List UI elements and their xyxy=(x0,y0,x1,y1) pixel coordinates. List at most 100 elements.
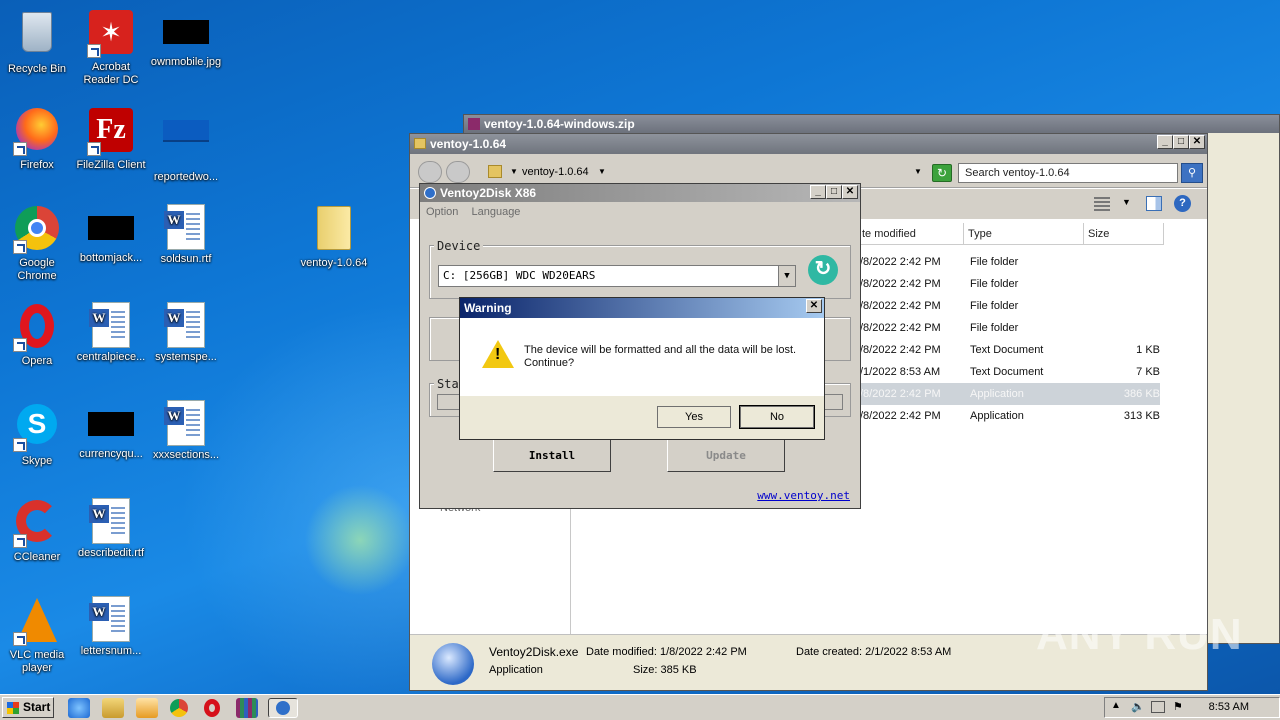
warning-dialog[interactable]: Warning ✕ The device will be formatted a… xyxy=(459,297,825,440)
desktop-icon-soldsun[interactable]: W soldsun.rtf xyxy=(149,204,223,266)
start-button[interactable]: Start xyxy=(2,697,54,718)
desktop-icon-label: systemspe... xyxy=(155,351,217,363)
file-row[interactable]: /8/2022 2:42 PM Text Document 1 KB xyxy=(860,339,1160,361)
winrar-icon xyxy=(468,118,480,130)
close-button[interactable]: ✕ xyxy=(806,299,822,313)
file-date: /8/2022 2:42 PM xyxy=(860,278,941,290)
desktop-icon-ccleaner[interactable]: CCleaner xyxy=(0,498,74,564)
device-label: Device xyxy=(434,239,484,253)
desktop-icon-reportedwo[interactable]: reportedwo... xyxy=(149,106,223,184)
word-doc-icon: W xyxy=(89,596,130,642)
file-row[interactable]: /8/2022 2:42 PM File folder xyxy=(860,295,1160,317)
warning-titlebar[interactable]: Warning ✕ xyxy=(460,298,824,318)
file-size: 313 KB xyxy=(1123,410,1160,422)
address-dropdown-icon[interactable]: ▼ xyxy=(914,162,922,182)
warning-message-line2: Continue? xyxy=(524,357,575,369)
media-player-icon[interactable] xyxy=(136,698,158,718)
skype-icon: S xyxy=(13,404,61,452)
desktop-icon-opera[interactable]: Opera xyxy=(0,302,74,368)
chevron-down-icon[interactable]: ▼ xyxy=(778,266,795,286)
install-button[interactable]: Install xyxy=(493,439,611,472)
file-row[interactable]: /8/2022 2:42 PM Application 386 KB xyxy=(860,383,1160,405)
desktop-icon-recycle-bin[interactable]: Recycle Bin xyxy=(0,8,74,76)
maximize-button[interactable]: □ xyxy=(826,185,842,199)
details-file-size: Size: 385 KB xyxy=(633,664,697,676)
forward-button[interactable] xyxy=(446,161,470,183)
ventoy-icon xyxy=(276,701,290,715)
ventoy-menubar: Option Language xyxy=(420,202,860,222)
clock[interactable]: 8:53 AM xyxy=(1209,701,1249,713)
volume-icon[interactable]: 🔈 xyxy=(1131,700,1145,713)
desktop-icon-acrobat[interactable]: ✶ Acrobat Reader DC xyxy=(74,8,148,87)
file-row[interactable]: /1/2022 8:53 AM Text Document 7 KB xyxy=(860,361,1160,383)
flag-icon[interactable]: ⚑ xyxy=(1173,700,1183,713)
desktop-icon-skype[interactable]: S Skype xyxy=(0,400,74,468)
close-button[interactable]: ✕ xyxy=(1189,135,1205,149)
device-select[interactable]: C: [256GB] WDC WD20EARS ▼ xyxy=(438,265,796,287)
back-button[interactable] xyxy=(418,161,442,183)
maximize-button[interactable]: □ xyxy=(1173,135,1189,149)
menu-option[interactable]: Option xyxy=(426,206,458,218)
file-row[interactable]: /8/2022 2:42 PM Application 313 KB xyxy=(860,405,1160,427)
minimize-button[interactable]: _ xyxy=(1157,135,1173,149)
refresh-icon[interactable]: ↻ xyxy=(932,164,952,182)
file-row[interactable]: /8/2022 2:42 PM File folder xyxy=(860,273,1160,295)
close-button[interactable]: ✕ xyxy=(842,185,858,199)
desktop-icon-filezilla[interactable]: Fz FileZilla Client xyxy=(74,106,148,172)
explorer-taskbar-icon[interactable] xyxy=(102,698,124,718)
zip-window-titlebar[interactable]: ventoy-1.0.64-windows.zip xyxy=(464,115,1279,133)
desktop-icon-lettersnum[interactable]: W lettersnum... xyxy=(74,596,148,658)
word-doc-icon: W xyxy=(89,498,130,544)
explorer-titlebar[interactable]: ventoy-1.0.64 _ □ ✕ xyxy=(410,134,1207,154)
column-type[interactable]: Type xyxy=(964,223,1084,245)
update-button[interactable]: Update xyxy=(667,439,785,472)
desktop-icon-bottomjack[interactable]: bottomjack... xyxy=(74,204,148,265)
desktop-icon-label: currencyqu... xyxy=(79,448,143,460)
column-date-modified[interactable]: te modified xyxy=(858,223,964,245)
ie-icon[interactable] xyxy=(68,698,90,718)
address-bar[interactable]: ▼ ventoy-1.0.64 ▼ ▼ xyxy=(484,162,930,182)
opera-taskbar-icon[interactable] xyxy=(204,699,220,717)
refresh-device-icon[interactable]: ↻ xyxy=(808,255,838,285)
desktop-icon-chrome[interactable]: Google Chrome xyxy=(0,204,74,283)
menu-language[interactable]: Language xyxy=(471,206,520,218)
ventoy-website-link[interactable]: www.ventoy.net xyxy=(757,489,850,502)
desktop-icon-firefox[interactable]: Firefox xyxy=(0,106,74,172)
desktop-icon-currencyqu[interactable]: currencyqu... xyxy=(74,400,148,461)
word-doc-icon: W xyxy=(164,302,205,348)
ventoy-app-icon xyxy=(432,643,474,685)
desktop-icon-ventoy-folder[interactable]: ventoy-1.0.64 xyxy=(297,204,371,270)
desktop-icon-describedit[interactable]: W describedit.rtf xyxy=(74,498,148,560)
desktop-icon-xxxsections[interactable]: W xxxsections... xyxy=(149,400,223,462)
yes-button[interactable]: Yes xyxy=(657,406,731,428)
winrar-taskbar-icon[interactable] xyxy=(236,698,258,718)
details-file-name: Ventoy2Disk.exe xyxy=(489,645,579,659)
ventoy-titlebar[interactable]: Ventoy2Disk X86 _ □ ✕ xyxy=(420,184,860,202)
view-options-icon[interactable] xyxy=(1094,197,1110,211)
file-date: /8/2022 2:42 PM xyxy=(860,300,941,312)
zip-window-title: ventoy-1.0.64-windows.zip xyxy=(484,117,635,131)
ventoy-title: Ventoy2Disk X86 xyxy=(440,186,537,200)
column-size[interactable]: Size xyxy=(1084,223,1164,245)
desktop-icon-label: FileZilla Client xyxy=(76,159,146,171)
file-row[interactable]: /8/2022 2:42 PM File folder xyxy=(860,251,1160,273)
warning-icon xyxy=(482,340,514,368)
chrome-taskbar-icon[interactable] xyxy=(170,699,188,717)
chevron-up-icon[interactable]: ▲ xyxy=(1111,700,1121,711)
desktop-icon-ownmobile[interactable]: ownmobile.jpg xyxy=(149,8,223,69)
minimize-button[interactable]: _ xyxy=(810,185,826,199)
search-icon[interactable]: ⚲ xyxy=(1181,163,1203,183)
search-input[interactable]: Search ventoy-1.0.64 xyxy=(958,163,1178,183)
help-icon[interactable]: ? xyxy=(1174,195,1191,212)
preview-pane-icon[interactable] xyxy=(1146,196,1162,211)
desktop-icon-vlc[interactable]: VLC media player xyxy=(0,596,74,675)
network-icon[interactable] xyxy=(1151,701,1165,713)
desktop-icon-centralpiece[interactable]: W centralpiece... xyxy=(74,302,148,364)
desktop-icon-systemspe[interactable]: W systemspe... xyxy=(149,302,223,364)
address-text: ventoy-1.0.64 xyxy=(522,166,589,178)
desktop-icon-label: Acrobat Reader DC xyxy=(83,61,139,86)
no-button[interactable]: No xyxy=(739,405,815,429)
chevron-down-icon[interactable]: ▼ xyxy=(1122,197,1131,207)
ventoy-taskbar-button[interactable] xyxy=(268,698,298,718)
file-row[interactable]: /8/2022 2:42 PM File folder xyxy=(860,317,1160,339)
